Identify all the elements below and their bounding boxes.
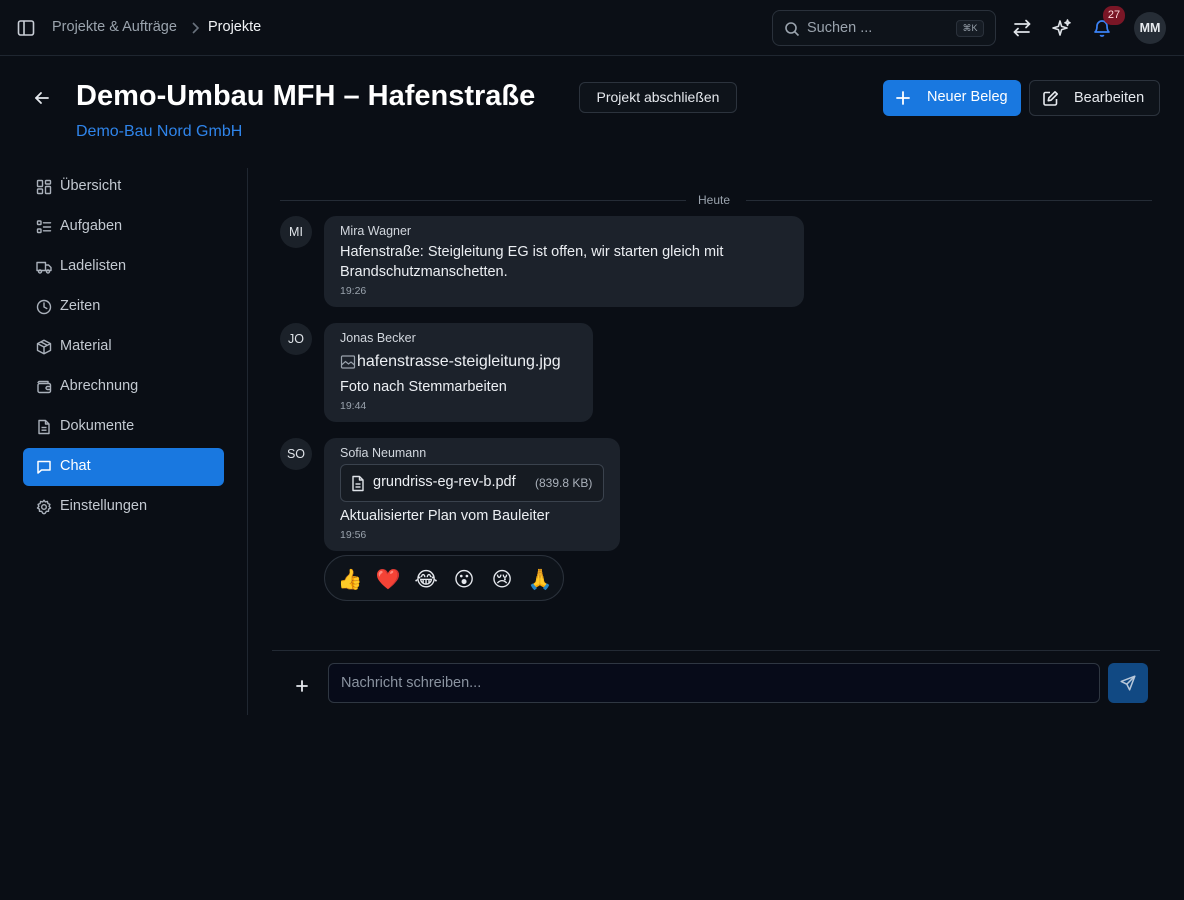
message-avatar: SO [280, 438, 312, 470]
sidebar-item-billing[interactable]: Abrechnung [23, 368, 224, 406]
list-checks-icon [36, 219, 52, 235]
search-icon [784, 21, 800, 37]
broken-image-icon [340, 354, 356, 370]
message-text-line: Hafenstraße: Steigleitung EG ist offen, … [340, 244, 724, 260]
truck-icon [36, 259, 52, 275]
plus-icon [895, 90, 911, 106]
image-alt-text: hafenstrasse-steigleitung.jpg [357, 353, 561, 370]
edit-icon [1042, 90, 1059, 107]
sidebar-item-documents[interactable]: Dokumente [23, 408, 224, 446]
sidebar-item-label: Einstellungen [60, 498, 148, 514]
reaction-heart[interactable]: ❤️ [373, 564, 403, 594]
switch-icon[interactable] [1008, 14, 1036, 42]
client-link[interactable]: Demo-Bau Nord GmbH [76, 123, 242, 141]
message-avatar: JO [280, 323, 312, 355]
message-text-line: Brandschutzmanschetten. [340, 264, 508, 280]
reaction-laughing[interactable]: 😂 [411, 564, 441, 594]
sidebar-item-label: Dokumente [60, 418, 135, 434]
send-button[interactable] [1108, 663, 1148, 703]
sidebar-item-tasks[interactable]: Aufgaben [23, 208, 224, 246]
package-icon [36, 339, 52, 355]
user-avatar[interactable]: MM [1134, 12, 1166, 44]
search-box[interactable]: Suchen ... ⌘K [772, 10, 996, 46]
complete-project-button[interactable]: Projekt abschließen [579, 82, 737, 113]
reaction-thumbs-up[interactable]: 👍 [335, 564, 365, 594]
file-attachment[interactable]: grundriss-eg-rev-b.pdf (839.8 KB) [340, 464, 604, 502]
message-time: 19:56 [340, 529, 367, 541]
message-text: Aktualisierter Plan vom Bauleiter [340, 508, 550, 524]
day-separator-line [280, 200, 686, 201]
sidebar-divider [247, 168, 248, 715]
wallet-icon [36, 379, 52, 395]
send-icon [1120, 675, 1136, 691]
page-title: Demo-Umbau MFH – Hafenstraße [76, 80, 536, 112]
reaction-crying[interactable]: 😢 [487, 564, 517, 594]
sidebar-item-times[interactable]: Zeiten [23, 288, 224, 326]
chevron-right-icon [189, 21, 201, 35]
sidebar-item-chat[interactable]: Chat [23, 448, 224, 486]
day-separator-label: Heute [698, 193, 731, 207]
sidebar-item-label: Ladelisten [60, 258, 127, 274]
edit-button[interactable]: Bearbeiten [1029, 80, 1160, 116]
sidebar-item-label: Zeiten [60, 298, 101, 314]
sidebar-item-label: Material [60, 338, 112, 354]
sidebar-item-label: Übersicht [60, 178, 122, 194]
image-attachment[interactable]: hafenstrasse-steigleitung.jpg [340, 351, 561, 373]
sparkles-icon[interactable] [1048, 14, 1076, 42]
breadcrumb-projects-orders[interactable]: Projekte & Aufträge [52, 19, 177, 35]
back-arrow-icon[interactable] [30, 86, 54, 110]
sidebar-item-settings[interactable]: Einstellungen [23, 488, 224, 526]
breadcrumb-current: Projekte [208, 19, 262, 35]
top-bar: Projekte & Aufträge Projekte Suchen ... … [0, 0, 1184, 56]
search-placeholder[interactable]: Suchen ... [807, 20, 872, 36]
message-bubble: Jonas Becker hafenstrasse-steigleitung.j… [324, 323, 593, 422]
message-time: 19:44 [340, 400, 367, 412]
attach-plus-icon[interactable] [290, 674, 314, 698]
message-author: Mira Wagner [340, 224, 412, 238]
edit-label: Bearbeiten [1074, 90, 1145, 106]
message-time: 19:26 [340, 285, 367, 297]
sidebar-toggle-icon[interactable] [16, 18, 36, 38]
search-shortcut: ⌘K [956, 20, 984, 37]
reaction-pray[interactable]: 🙏 [525, 564, 555, 594]
new-document-button[interactable]: Neuer Beleg [883, 80, 1021, 116]
reaction-picker: 👍 ❤️ 😂 😮 😢 🙏 [324, 555, 564, 601]
composer-divider [272, 650, 1160, 651]
notification-count-badge: 27 [1103, 6, 1125, 25]
dashboard-icon [36, 179, 52, 195]
sidebar-item-overview[interactable]: Übersicht [23, 168, 224, 206]
sidebar-item-label: Abrechnung [60, 378, 139, 394]
gear-icon [36, 499, 52, 515]
sidebar-item-loading-lists[interactable]: Ladelisten [23, 248, 224, 286]
message-input[interactable] [328, 663, 1100, 703]
message-text: Foto nach Stemmarbeiten [340, 379, 507, 395]
message-bubble: Mira Wagner Hafenstraße: Steigleitung EG… [324, 216, 804, 307]
message-text: Hafenstraße: Steigleitung EG ist offen, … [340, 242, 723, 282]
sidebar-item-label: Chat [60, 458, 91, 474]
day-separator-line [746, 200, 1152, 201]
file-size: (839.8 KB) [535, 476, 593, 490]
file-icon [350, 475, 366, 492]
file-text-icon [36, 419, 52, 435]
file-name: grundriss-eg-rev-b.pdf [373, 474, 516, 490]
message-square-icon [36, 459, 52, 475]
sidebar-item-label: Aufgaben [60, 218, 123, 234]
clock-icon [36, 299, 52, 315]
message-bubble: Sofia Neumann grundriss-eg-rev-b.pdf (83… [324, 438, 620, 551]
new-document-label: Neuer Beleg [927, 89, 1008, 105]
message-author: Sofia Neumann [340, 446, 427, 460]
project-sidebar: Übersicht Aufgaben Ladelisten Zeiten Mat… [23, 168, 224, 528]
message-author: Jonas Becker [340, 331, 416, 345]
reaction-surprised[interactable]: 😮 [449, 564, 479, 594]
message-avatar: MI [280, 216, 312, 248]
sidebar-item-material[interactable]: Material [23, 328, 224, 366]
